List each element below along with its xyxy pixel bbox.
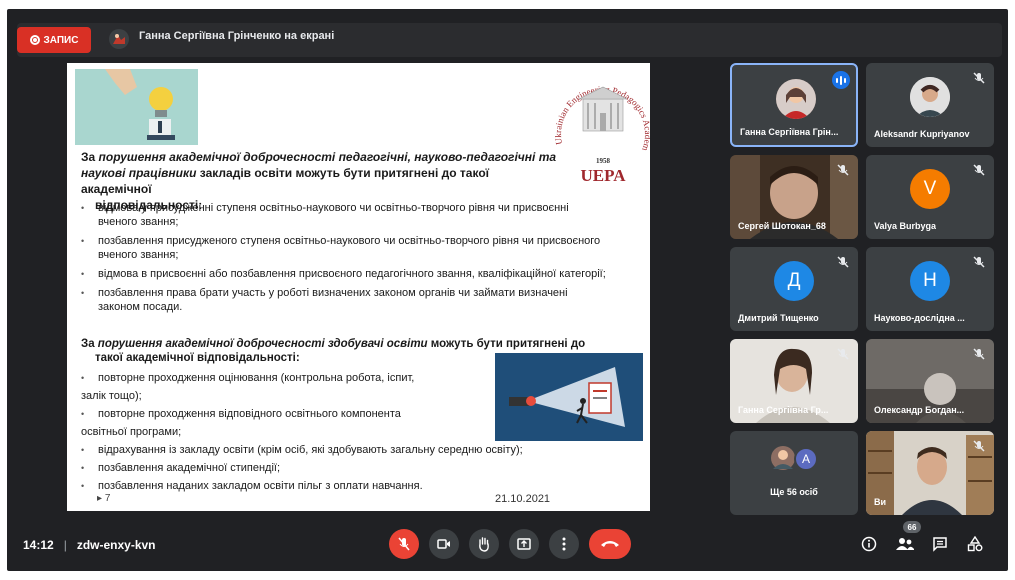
participant-name: Ганна Сергіївна Гр...: [738, 405, 829, 415]
participant-tile[interactable]: Олександр Богдан...: [866, 339, 994, 423]
hang-up-icon: [601, 541, 619, 547]
participant-name: Сергей Шотокан_68: [738, 221, 826, 231]
participant-tile[interactable]: Н Науково-дослідна ...: [866, 247, 994, 331]
more-participants-label: Ще 56 осіб: [770, 487, 818, 497]
present-icon: [517, 538, 531, 550]
clock-time: 14:12: [23, 538, 54, 552]
participant-tile[interactable]: V Valya Burbyga: [866, 155, 994, 239]
mic-off-icon: [973, 440, 985, 452]
para2-rest: можуть бути притягнені до: [427, 338, 586, 350]
participant-name: Ви: [874, 497, 887, 507]
show-everyone-button[interactable]: [893, 531, 917, 557]
present-now-button[interactable]: [509, 529, 539, 559]
camera-toggle-button[interactable]: [429, 529, 459, 559]
para2-lead: За: [81, 338, 98, 350]
presenting-text: Ганна Сергіївна Грінченко на екрані: [139, 30, 335, 42]
meeting-info: 14:12 | zdw-enxy-kvn: [23, 538, 156, 552]
participant-tile[interactable]: Д Дмитрий Тищенко: [730, 247, 858, 331]
more-vert-icon: [562, 537, 566, 551]
raise-hand-button[interactable]: [469, 529, 499, 559]
avatar: V: [910, 169, 950, 209]
meet-window: ЗАПИС Ганна Сергіївна Грінченко на екран…: [7, 9, 1008, 571]
mic-off-icon: [973, 72, 985, 84]
para2-italic: порушення академічної доброчесності здоб…: [97, 338, 428, 350]
self-view-tile[interactable]: Ви: [866, 431, 994, 515]
meeting-details-button[interactable]: [857, 531, 881, 557]
participant-tile[interactable]: Ганна Сергіївна Гр...: [730, 339, 858, 423]
avatar-photo: [776, 79, 816, 119]
mic-off-icon: [973, 164, 985, 176]
call-controls: [389, 529, 631, 559]
avatar: [910, 77, 950, 117]
mic-off-icon: [973, 348, 985, 360]
speaking-indicator-icon: [832, 71, 850, 89]
participant-name: Valya Burbyga: [874, 221, 937, 231]
leave-call-button[interactable]: [589, 529, 631, 559]
participant-name: Науково-дослідна ...: [874, 313, 965, 323]
list-item: позбавлення присудженого ступеня освітнь…: [81, 234, 611, 262]
chat-icon: [933, 537, 947, 552]
spotlight-illustration: [495, 353, 643, 441]
avatar-photo: [910, 77, 950, 117]
uepa-logo: Ukrainian Engineering Pedagogics Academy…: [555, 65, 650, 185]
record-icon: [29, 35, 40, 45]
list-item: позбавлення права брати участь у роботі …: [81, 286, 611, 314]
avatar: Д: [774, 261, 814, 301]
hand-icon: [479, 537, 489, 552]
shared-slide: Ukrainian Engineering Pedagogics Academy…: [67, 63, 650, 511]
meeting-code: zdw-enxy-kvn: [76, 538, 156, 552]
participant-tile[interactable]: Aleksandr Kupriyanov: [866, 63, 994, 147]
recording-indicator[interactable]: ЗАПИС: [17, 27, 91, 53]
record-label: ЗАПИС: [43, 34, 79, 46]
para1-lead: За: [81, 150, 96, 164]
slide-page-number: ▸ 7: [97, 493, 111, 504]
avatar: A: [794, 447, 818, 471]
list-item: повторне проходження відповідного освітн…: [81, 407, 481, 421]
more-participants-tile[interactable]: A Ще 56 осіб: [730, 431, 858, 515]
mic-toggle-button[interactable]: [389, 529, 419, 559]
participant-name: Дмитрий Тищенко: [738, 313, 819, 323]
idea-hand-illustration: [75, 69, 198, 145]
list-item: відмова в присвоєнні або позбавлення при…: [81, 267, 611, 281]
mic-off-icon: [837, 256, 849, 268]
participant-tile[interactable]: Ганна Сергіївна Грін...: [730, 63, 858, 147]
info-icon: [861, 536, 877, 552]
avatar: [776, 79, 816, 119]
logo-year: 1958: [596, 157, 611, 165]
list-item: відмова у присудженні ступеня освітньо-н…: [81, 201, 611, 229]
logo-abbr: UEPA: [580, 166, 626, 185]
people-icon: [896, 538, 914, 550]
participant-name: Ганна Сергіївна Грін...: [740, 127, 839, 137]
presenter-avatar-icon: [109, 29, 129, 49]
camera-icon: [437, 539, 450, 549]
chat-button[interactable]: [928, 531, 952, 557]
participant-name: Aleksandr Kupriyanov: [874, 129, 970, 139]
activities-icon: [967, 536, 983, 552]
mic-off-icon: [398, 537, 410, 551]
list-item: відрахування із закладу освіти (крім осі…: [81, 443, 631, 457]
list-item: позбавлення академічної стипендії;: [81, 461, 631, 475]
list-item: позбавлення наданих закладом освіти піль…: [81, 479, 631, 493]
avatar: Н: [910, 261, 950, 301]
mic-off-icon: [837, 164, 849, 176]
slide-date: 21.10.2021: [495, 493, 551, 505]
more-options-button[interactable]: [549, 529, 579, 559]
participant-tile[interactable]: Сергей Шотокан_68: [730, 155, 858, 239]
activities-button[interactable]: [963, 531, 987, 557]
teachers-sanctions-list: відмова у присудженні ступеня освітньо-н…: [81, 201, 611, 319]
mic-off-icon: [837, 348, 849, 360]
separator: |: [63, 538, 67, 552]
mic-off-icon: [973, 256, 985, 268]
list-item: повторне проходження оцінювання (контрол…: [81, 371, 481, 385]
participant-name: Олександр Богдан...: [874, 405, 965, 415]
